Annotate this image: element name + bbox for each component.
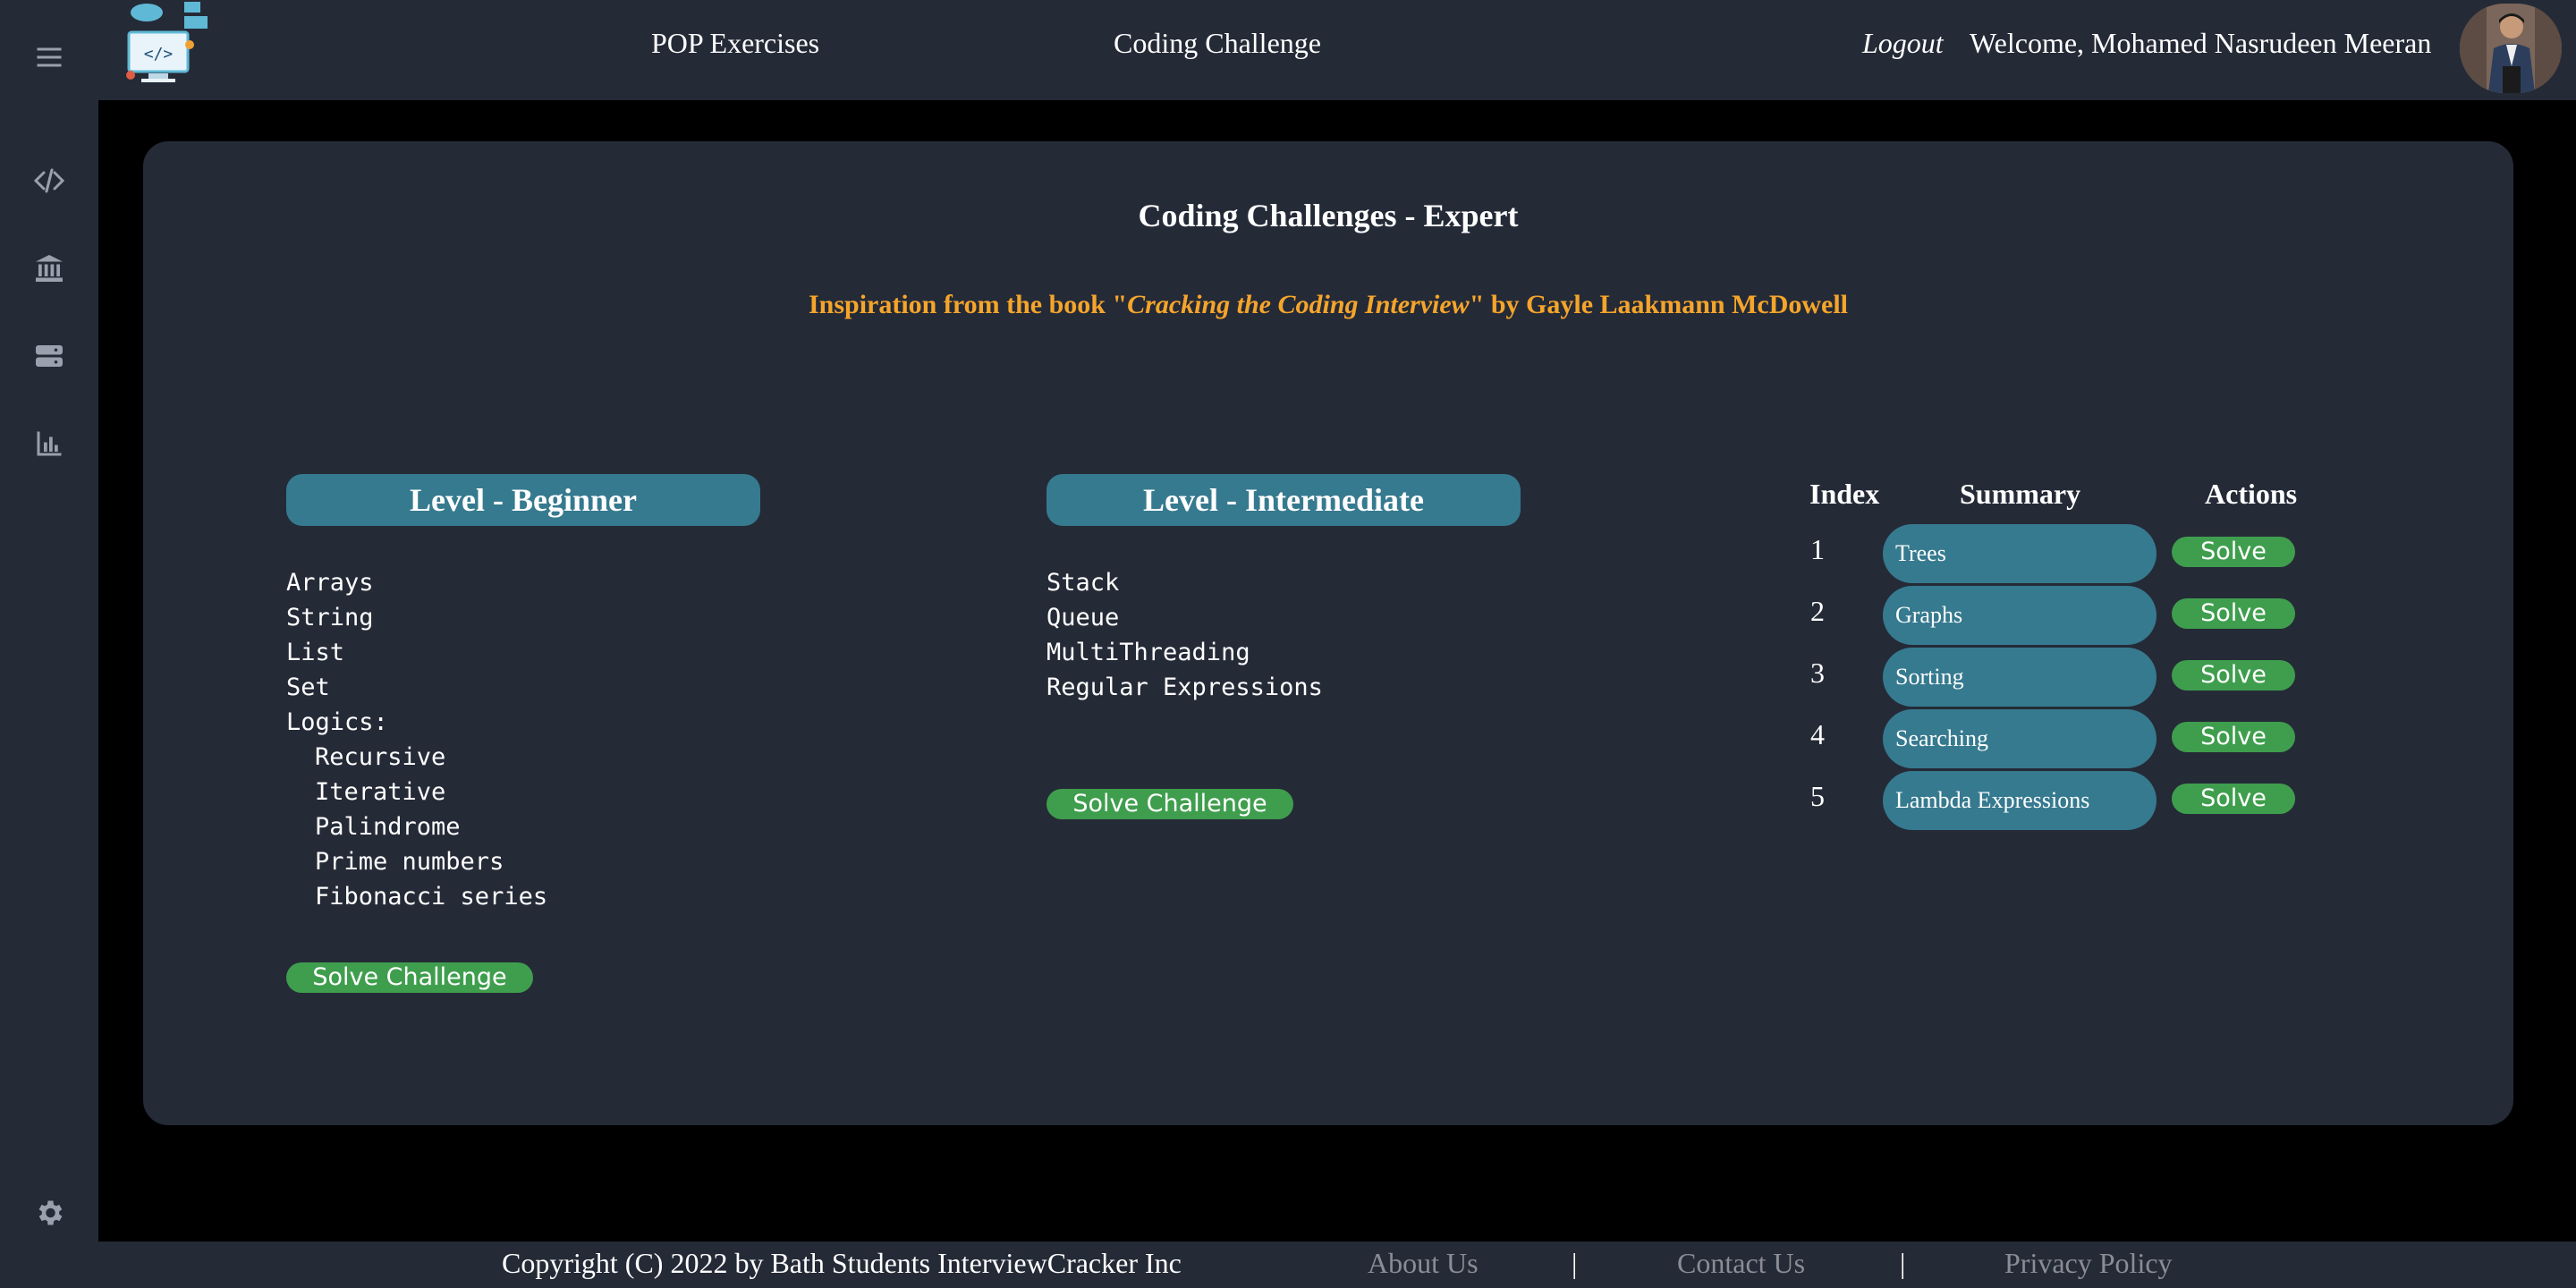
list-item: List — [286, 639, 345, 666]
server-icon[interactable] — [0, 329, 98, 383]
page-title: Coding Challenges - Expert — [1138, 198, 1519, 233]
menu-icon[interactable] — [0, 30, 98, 84]
solve-button[interactable]: Solve — [2172, 660, 2295, 691]
list-subitem: Palindrome — [315, 813, 461, 841]
avatar[interactable] — [2460, 4, 2562, 93]
code-icon[interactable] — [0, 154, 98, 208]
list-item: Regular Expressions — [1046, 674, 1323, 701]
challenge-card: Coding Challenges - Expert Inspiration f… — [143, 141, 2513, 1125]
privacy-policy-link[interactable]: Privacy Policy — [2004, 1247, 2173, 1280]
beginner-topic-list: Arrays String List Set Logics: Recursive… — [286, 565, 547, 914]
list-item: String — [286, 604, 374, 631]
list-subitem: Fibonacci series — [315, 883, 548, 911]
row-index: 3 — [1810, 657, 1825, 689]
list-subitem: Iterative — [315, 778, 446, 806]
bank-icon[interactable] — [0, 242, 98, 295]
solve-button[interactable]: Solve — [2172, 537, 2295, 567]
table-header-actions: Actions — [2205, 478, 2298, 510]
inspiration-suffix: " by Gayle Laakmann McDowell — [1469, 290, 1849, 319]
inspiration-prefix: Inspiration from the book " — [808, 290, 1128, 319]
nav-pop-exercises[interactable]: POP Exercises — [651, 27, 819, 60]
svg-text:</>: </> — [144, 45, 174, 64]
contact-us-link[interactable]: Contact Us — [1677, 1247, 1805, 1280]
table-header-index: Index — [1809, 478, 1880, 510]
row-summary: Sorting — [1883, 648, 2157, 707]
inspiration-text: Inspiration from the book "Cracking the … — [143, 290, 2513, 320]
app-logo[interactable]: </> — [113, 0, 211, 89]
level-intermediate-label: Level - Intermediate — [1046, 474, 1521, 526]
footer-separator: | — [1572, 1247, 1578, 1279]
sidebar — [0, 0, 98, 1288]
footer: Copyright (C) 2022 by Bath Students Inte… — [98, 1241, 2576, 1288]
row-summary: Graphs — [1883, 586, 2157, 645]
copyright-text: Copyright (C) 2022 by Bath Students Inte… — [502, 1247, 1182, 1279]
intermediate-topic-list: Stack Queue MultiThreading Regular Expre… — [1046, 565, 1323, 705]
row-summary: Trees — [1883, 524, 2157, 583]
solve-button[interactable]: Solve — [2172, 784, 2295, 814]
list-item: MultiThreading — [1046, 639, 1250, 666]
intermediate-solve-challenge-button[interactable]: Solve Challenge — [1046, 789, 1293, 819]
solve-button[interactable]: Solve — [2172, 722, 2295, 752]
list-subitem: Recursive — [315, 743, 446, 771]
row-index: 5 — [1810, 780, 1825, 812]
row-summary: Lambda Expressions — [1883, 771, 2157, 830]
row-summary: Searching — [1883, 709, 2157, 768]
list-item: Stack — [1046, 569, 1120, 597]
list-item: Queue — [1046, 604, 1120, 631]
logout-link[interactable]: Logout — [1862, 27, 1944, 60]
row-index: 2 — [1810, 595, 1825, 627]
solve-button[interactable]: Solve — [2172, 598, 2295, 629]
about-us-link[interactable]: About Us — [1368, 1247, 1479, 1280]
footer-separator: | — [1900, 1247, 1906, 1279]
list-item: Arrays — [286, 569, 374, 597]
gear-icon[interactable] — [0, 1186, 98, 1240]
bar-chart-icon[interactable] — [0, 417, 98, 470]
header: </> POP Exercises Coding Challenge Logou… — [98, 0, 2576, 100]
list-item: Logics: — [286, 708, 388, 736]
level-beginner-label: Level - Beginner — [286, 474, 760, 526]
table-header-summary: Summary — [1960, 478, 2081, 510]
list-item: Set — [286, 674, 330, 701]
list-subitem: Prime numbers — [315, 848, 504, 876]
book-title: Cracking the Coding Interview — [1127, 290, 1470, 319]
beginner-solve-challenge-button[interactable]: Solve Challenge — [286, 962, 533, 993]
row-index: 1 — [1810, 533, 1825, 565]
welcome-text: Welcome, Mohamed Nasrudeen Meeran — [1970, 27, 2432, 59]
row-index: 4 — [1810, 718, 1825, 750]
nav-coding-challenge[interactable]: Coding Challenge — [1114, 27, 1321, 60]
